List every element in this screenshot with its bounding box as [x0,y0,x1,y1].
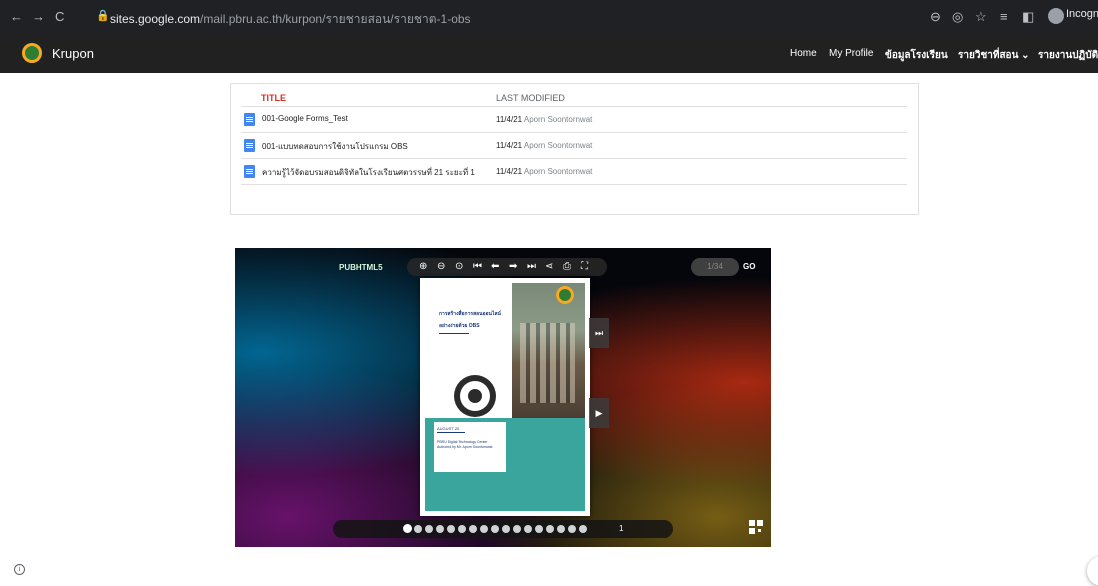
file-name[interactable]: ความรู้ไว้จัดอบรมสอนดิจิทัลในโรงเรียนศตว… [262,166,475,179]
nav-my-profile[interactable]: My Profile [829,48,873,59]
url-text: sites.google.com/mail.pbru.ac.th/kurpon/… [110,12,471,26]
page-dot[interactable] [480,525,488,533]
file-row[interactable]: 001-แบบทดสอบการใช้งานโปรแกรม OBS 11/4/21… [241,134,907,158]
university-seal-icon [556,286,574,304]
cover-building-photo [512,283,585,418]
divider [241,106,907,107]
flipbook-brand: PUBHTML5 [339,263,383,272]
first-page-icon[interactable]: ⏮ [473,261,482,273]
cover-teal-band: AUGUST 20 PBRU Digital Technology Center… [425,418,585,511]
forward-icon[interactable]: → [32,9,45,25]
site-logo[interactable] [22,43,42,63]
divider [241,184,907,185]
page-dot[interactable] [447,525,455,533]
cover-info-panel: AUGUST 20 PBRU Digital Technology Center… [434,422,506,472]
page-dot[interactable] [568,525,576,533]
file-row[interactable]: 001-Google Forms_Test 11/4/21 Aporn Soon… [241,108,907,132]
last-page-arrow-icon[interactable]: ⏭ [589,318,609,348]
back-icon[interactable]: ← [10,9,23,25]
site-header: Krupon Home My Profile ข้อมูลโรงเรียน รา… [0,34,1098,73]
flipbook-viewer: PUBHTML5 ⊕ ⊖ ⊙ ⏮ ⬅ ➡ ⏭ ⋖ ⎙ ⛶ 1/34 GO การ… [235,248,771,547]
browser-toolbar: ← → C 🔒 sites.google.com/mail.pbru.ac.th… [0,0,1098,34]
page-dot[interactable] [425,525,433,533]
column-modified-header[interactable]: LAST MODIFIED [496,93,565,103]
nav-reports[interactable]: รายงานปฏิบัติง [1038,48,1098,63]
floating-action-button[interactable] [1087,556,1098,586]
page-dot[interactable] [436,525,444,533]
nav-home[interactable]: Home [790,48,817,59]
fullscreen-icon[interactable]: ⛶ [581,261,588,273]
obs-logo-icon [454,375,496,417]
lock-icon[interactable]: 🔒 [96,9,110,22]
page-dot[interactable] [469,525,477,533]
zoom-icon[interactable]: ⊖ [930,9,941,25]
zoom-out-icon[interactable]: ⊖ [437,261,445,273]
reading-list-icon[interactable]: ≡ [1000,9,1008,25]
address-bar[interactable]: 🔒 sites.google.com/mail.pbru.ac.th/kurpo… [88,6,1008,28]
file-modified: 11/4/21 Aporn Soontornwat [496,115,593,124]
nav-school-info[interactable]: ข้อมูลโรงเรียน [885,48,948,63]
file-modified: 11/4/21 Aporn Soontornwat [496,167,593,176]
last-page-icon[interactable]: ⏭ [527,261,536,273]
page-dot[interactable] [403,524,412,533]
document-icon [244,113,255,126]
page-dot[interactable] [524,525,532,533]
page-dot[interactable] [502,525,510,533]
page-dot[interactable] [414,525,422,533]
incognito-label[interactable]: Incogn [1066,8,1098,20]
cover-date: AUGUST 20 [437,426,460,431]
file-modified: 11/4/21 Aporn Soontornwat [496,141,593,150]
cover-title-line-1: การสร้างสื่อการสอนออนไลน์ [439,311,501,317]
reload-icon[interactable]: C [55,9,64,25]
page-dot[interactable] [535,525,543,533]
page-number-input[interactable]: 1/34 [691,258,739,276]
star-icon[interactable]: ☆ [975,9,987,25]
file-name[interactable]: 001-Google Forms_Test [262,114,348,123]
page-dot[interactable] [513,525,521,533]
nav-courses[interactable]: รายวิชาที่สอน ⌄ [958,48,1030,63]
prev-page-icon[interactable]: ⬅ [491,261,499,273]
current-page-number: 1 [619,524,624,533]
cover-title-line-2: อย่างง่ายด้วย OBS [439,323,480,329]
cover-date-divider [437,432,465,433]
side-panel-icon[interactable]: ◧ [1022,9,1034,25]
page-dot[interactable] [557,525,565,533]
divider [241,158,907,159]
book-cover-page[interactable]: การสร้างสื่อการสอนออนไลน์ อย่างง่ายด้วย … [420,278,590,516]
page-dot[interactable] [579,525,587,533]
page-dot[interactable] [491,525,499,533]
divider [241,132,907,133]
go-button[interactable]: GO [743,262,755,271]
next-page-arrow-icon[interactable]: ▶ [589,398,609,428]
cover-divider [439,333,469,334]
qr-code-icon[interactable] [749,520,763,534]
flipbook-toolbar: ⊕ ⊖ ⊙ ⏮ ⬅ ➡ ⏭ ⋖ ⎙ ⛶ [407,258,607,276]
incognito-icon[interactable] [1048,8,1064,24]
page-thumbnail-bar: 1 [333,520,673,538]
info-icon[interactable]: i [14,564,25,575]
column-title-header[interactable]: TITLE [261,93,286,103]
share-icon[interactable]: ⋖ [545,261,553,273]
site-title[interactable]: Krupon [52,46,94,61]
file-row[interactable]: ความรู้ไว้จัดอบรมสอนดิจิทัลในโรงเรียนศตว… [241,160,907,184]
page-dot[interactable] [458,525,466,533]
zoom-in-icon[interactable]: ⊕ [419,261,427,273]
eye-off-icon[interactable]: ◎ [952,9,963,25]
page-dot[interactable] [546,525,554,533]
next-page-icon[interactable]: ➡ [509,261,517,273]
file-list: TITLE LAST MODIFIED 001-Google Forms_Tes… [230,83,919,215]
auto-flip-icon[interactable]: ⊙ [455,261,463,273]
document-icon [244,165,255,178]
file-name[interactable]: 001-แบบทดสอบการใช้งานโปรแกรม OBS [262,140,408,153]
document-icon [244,139,255,152]
cover-credits: PBRU Digital Technology Center Authored b… [437,440,493,449]
print-icon[interactable]: ⎙ [563,261,571,273]
